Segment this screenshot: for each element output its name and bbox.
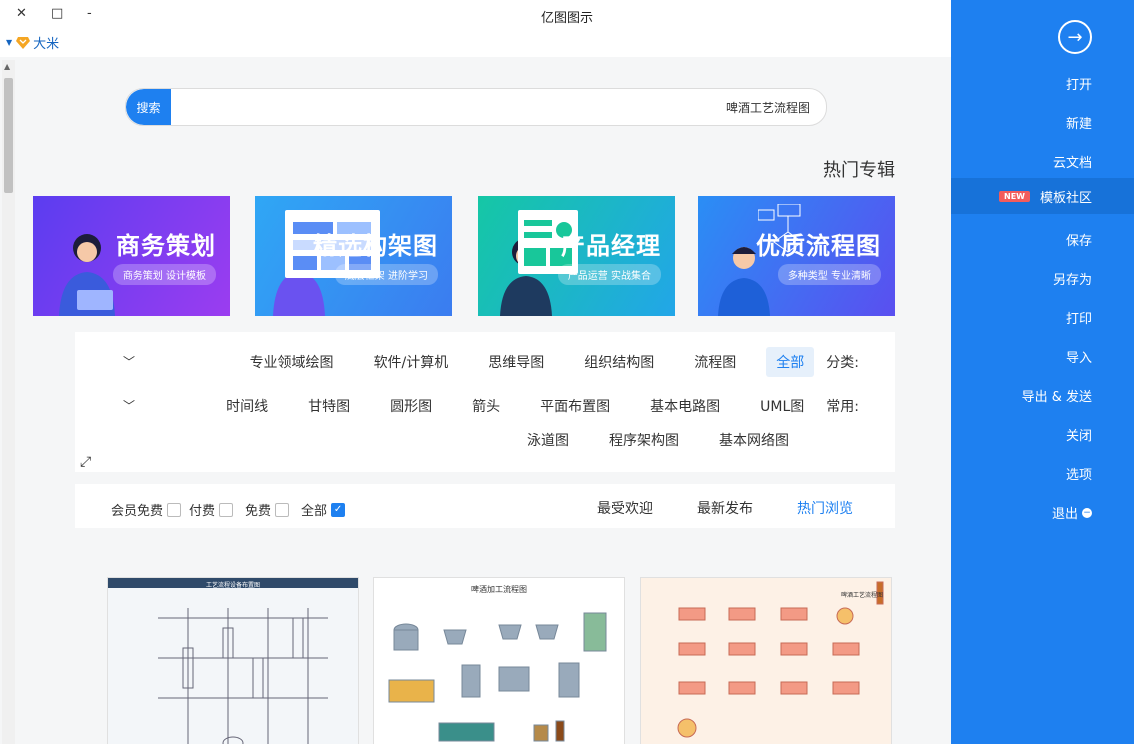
common-floor-plan[interactable]: 平面布置图 — [530, 391, 620, 421]
sidebar-item-cloud[interactable]: 云文档 — [1053, 152, 1092, 171]
sidebar-item-label: 模板社区 — [1039, 190, 1092, 206]
search-button[interactable]: 搜索 — [126, 89, 171, 125]
search-bar: 搜索 — [125, 88, 827, 126]
checkbox-icon — [219, 502, 234, 517]
category-all[interactable]: 全部 — [766, 347, 815, 377]
banner-title: 精选构架图 — [313, 232, 438, 260]
sidebar-item-export[interactable]: 导出 & 发送 — [1022, 386, 1092, 405]
category-label: 分类: — [826, 355, 859, 371]
common-pie[interactable]: 圆形图 — [380, 391, 442, 421]
banner-architecture[interactable]: 精选构架图 底层框架 进阶学习 — [255, 196, 452, 316]
template-card[interactable]: 工艺流程设备布置图 — [107, 577, 359, 744]
dropdown-icon: ▼ — [6, 38, 13, 47]
common-swimlane[interactable]: 泳道图 — [517, 425, 579, 455]
filter-free-label: 免费 — [245, 504, 272, 519]
sidebar-item-print[interactable]: 打印 — [1066, 308, 1092, 327]
tab-latest[interactable]: 最新发布 — [697, 498, 753, 518]
chevron-down-icon[interactable]: ﹀ — [123, 397, 135, 414]
sidebar-item-close[interactable]: 关闭 — [1066, 425, 1092, 444]
common-network[interactable]: 基本网络图 — [709, 425, 799, 455]
checkbox-checked-icon: ✓ — [331, 502, 346, 517]
common-label: 常用: — [826, 399, 859, 415]
banner-subtitle: 多种类型 专业清晰 — [777, 264, 881, 285]
filter-member-checkbox[interactable]: 会员免费 — [111, 500, 182, 519]
common-gantt[interactable]: 甘特图 — [298, 391, 360, 421]
card-title: 啤酒工艺流程图 — [841, 592, 884, 599]
common-timeline[interactable]: 时间线 — [216, 391, 278, 421]
search-input[interactable] — [208, 89, 812, 125]
section-title: 热门专辑 — [823, 160, 895, 181]
filter-all-checkbox[interactable]: 全部 ✓ — [301, 500, 346, 519]
filter-panel: 分类: 全部 流程图 组织结构图 思维导图 软件/计算机 专业领域绘图 ﹀ 常用… — [75, 332, 895, 472]
checkbox-icon — [167, 502, 182, 517]
vip-diamond-icon — [16, 36, 31, 49]
scrollbar[interactable]: ▲ — [2, 60, 15, 744]
banner-product-manager[interactable]: 产品经理 产品运营 实战集合 — [478, 196, 675, 316]
common-circuit[interactable]: 基本电路图 — [640, 391, 730, 421]
main-content: 搜索 热门专辑 商务策划 商务策划 设计模板 精选构架图 底层框架 进阶学习 — [0, 57, 951, 744]
process-diagram-icon — [158, 608, 328, 744]
tab-hot[interactable]: 热门浏览 — [797, 498, 853, 518]
scroll-thumb[interactable] — [4, 78, 13, 193]
filter-paid-label: 付费 — [189, 504, 216, 519]
sort-bar: 热门浏览 最新发布 最受欢迎 全部 ✓ 免费 付费 会员免费 — [75, 484, 895, 528]
checkbox-icon — [275, 502, 290, 517]
chevron-down-icon[interactable]: ﹀ — [123, 353, 135, 370]
common-row: 常用: UML图 基本电路图 平面布置图 箭头 圆形图 甘特图 时间线 — [196, 391, 859, 421]
username: 大米 — [33, 37, 60, 52]
banner-title: 商务策划 — [116, 232, 216, 260]
sidebar-item-open[interactable]: 打开 — [1066, 74, 1092, 93]
filter-all-label: 全部 — [301, 504, 328, 519]
filter-member-label: 会员免费 — [111, 504, 164, 519]
user-menu[interactable]: ▼ 大米 — [6, 33, 59, 52]
expand-icon[interactable]: ⤢ — [80, 454, 91, 470]
sidebar-item-import[interactable]: 导入 — [1066, 347, 1092, 366]
category-org-chart[interactable]: 组织结构图 — [574, 347, 664, 377]
sidebar-item-save[interactable]: 保存 — [1066, 230, 1092, 249]
sidebar: → 打开 新建 云文档 NEW 模板社区 保存 另存为 打印 导入 导出 & 发… — [951, 0, 1134, 744]
sidebar-item-options[interactable]: 选项 — [1066, 464, 1092, 483]
banner-title: 产品经理 — [561, 232, 661, 260]
banner-subtitle: 商务策划 设计模板 — [112, 264, 216, 285]
sidebar-item-new[interactable]: 新建 — [1066, 113, 1092, 132]
banner-subtitle: 底层框架 进阶学习 — [334, 264, 438, 285]
tab-popular[interactable]: 最受欢迎 — [597, 498, 653, 518]
banner-flowchart[interactable]: 优质流程图 多种类型 专业清晰 — [698, 196, 895, 316]
exit-icon: − — [1082, 507, 1092, 518]
common-arrow[interactable]: 箭头 — [462, 391, 510, 421]
common-row-2: 基本网络图 程序架构图 泳道图 — [497, 425, 799, 455]
category-flowchart[interactable]: 流程图 — [684, 347, 746, 377]
beer-process-illustration-icon — [388, 612, 607, 742]
category-professional[interactable]: 专业领域绘图 — [240, 347, 344, 377]
filter-paid-checkbox[interactable]: 付费 — [189, 500, 234, 519]
card-title: 工艺流程设备布置图 — [205, 582, 260, 589]
common-uml[interactable]: UML图 — [750, 391, 814, 421]
banner-business-plan[interactable]: 商务策划 商务策划 设计模板 — [33, 196, 230, 316]
template-card[interactable]: 啤酒加工流程图 — [373, 577, 625, 744]
filter-free-checkbox[interactable]: 免费 — [245, 500, 290, 519]
card-title: 啤酒加工流程图 — [471, 585, 527, 594]
back-arrow-icon[interactable]: → — [1058, 20, 1092, 54]
common-program-arch[interactable]: 程序架构图 — [599, 425, 689, 455]
sidebar-item-template-community[interactable]: NEW 模板社区 — [951, 178, 1134, 214]
sidebar-item-exit[interactable]: 退出 − — [1052, 503, 1092, 522]
person-illustration-icon — [59, 234, 115, 316]
category-mind-map[interactable]: 思维导图 — [478, 347, 554, 377]
flowchart-diagram-icon — [677, 581, 884, 738]
sidebar-item-label: 退出 — [1051, 507, 1078, 522]
template-card[interactable]: 啤酒工艺流程图 — [640, 577, 892, 744]
banner-title: 优质流程图 — [756, 232, 881, 260]
scroll-up-icon[interactable]: ▲ — [4, 62, 10, 71]
new-badge: NEW — [999, 190, 1030, 202]
category-row: 分类: 全部 流程图 组织结构图 思维导图 软件/计算机 专业领域绘图 — [220, 347, 859, 377]
category-software[interactable]: 软件/计算机 — [364, 347, 459, 377]
banner-subtitle: 产品运营 实战集合 — [557, 264, 661, 285]
sidebar-item-save-as[interactable]: 另存为 — [1053, 269, 1092, 288]
